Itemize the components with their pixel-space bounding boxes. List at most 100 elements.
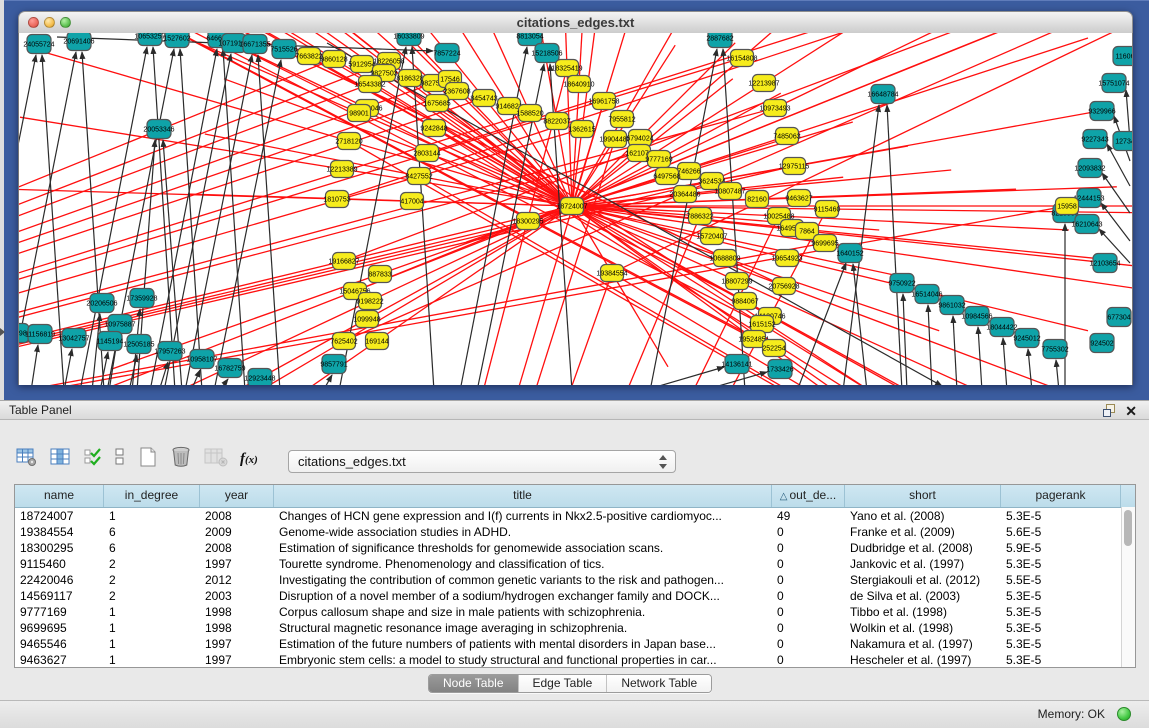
- network-graph[interactable]: 2405572420691406106532571527602646616010…: [19, 33, 1132, 385]
- close-panel-icon[interactable]: ✕: [1125, 402, 1137, 420]
- network-node[interactable]: 9777169: [645, 151, 672, 168]
- network-node[interactable]: 9699695: [811, 235, 838, 252]
- network-node[interactable]: 7625402: [330, 333, 357, 350]
- network-node[interactable]: 9857791: [320, 355, 347, 374]
- network-node[interactable]: 16210643: [1071, 215, 1102, 234]
- network-node[interactable]: 12975115: [779, 158, 810, 175]
- network-node[interactable]: 16514046: [911, 285, 942, 304]
- network-node[interactable]: 18044422: [986, 318, 1017, 337]
- network-node[interactable]: 11156819: [25, 325, 55, 344]
- float-panel-icon[interactable]: [1103, 404, 1115, 416]
- network-node[interactable]: 169144: [365, 333, 388, 350]
- network-node[interactable]: 1099948: [353, 311, 380, 328]
- minimize-traffic-light[interactable]: [44, 17, 55, 28]
- network-node[interactable]: 20756928: [768, 278, 799, 295]
- network-table-select[interactable]: citations_edges.txt: [288, 450, 676, 473]
- network-node[interactable]: 10807487: [714, 183, 745, 200]
- column-header-outde[interactable]: △out_de...: [772, 485, 845, 507]
- network-node[interactable]: 19166827: [328, 253, 359, 270]
- network-node[interactable]: 7663822: [295, 48, 322, 65]
- network-node[interactable]: 15751074: [1098, 74, 1129, 93]
- column-header-title[interactable]: title: [274, 485, 772, 507]
- column-header-short[interactable]: short: [845, 485, 1001, 507]
- network-node[interactable]: 20053346: [143, 120, 174, 139]
- network-window-titlebar[interactable]: citations_edges.txt: [18, 11, 1133, 34]
- network-node[interactable]: 19654923: [771, 250, 802, 267]
- network-node[interactable]: 18724007: [556, 198, 587, 215]
- delete-table-icon[interactable]: [170, 445, 192, 473]
- table-row[interactable]: 1830029562008Estimation of significance …: [15, 540, 1135, 556]
- network-node[interactable]: 9245012: [1013, 329, 1040, 348]
- network-node[interactable]: 9463627: [785, 190, 812, 207]
- table-row[interactable]: 1872400712008Changes of HCN gene express…: [15, 508, 1135, 524]
- network-node[interactable]: 10975887: [104, 315, 135, 334]
- node-table[interactable]: namein_degreeyeartitle△out_de...shortpag…: [14, 484, 1136, 668]
- column-header-name[interactable]: name: [15, 485, 104, 507]
- panel-collapse-arrow[interactable]: [0, 328, 5, 336]
- network-node[interactable]: 16033809: [393, 33, 424, 46]
- column-header-pagerank[interactable]: pagerank: [1001, 485, 1121, 507]
- network-node[interactable]: 19384554: [596, 265, 627, 282]
- column-header-year[interactable]: year: [200, 485, 274, 507]
- table-row[interactable]: 2242004622012Investigating the contribut…: [15, 572, 1135, 588]
- network-node[interactable]: 20364486: [669, 186, 700, 203]
- network-node[interactable]: 20691406: [63, 33, 94, 51]
- node-table-header[interactable]: namein_degreeyeartitle△out_de...shortpag…: [15, 485, 1135, 508]
- network-node[interactable]: 16648784: [867, 85, 898, 104]
- network-node[interactable]: 7755302: [1041, 340, 1068, 359]
- network-node[interactable]: 16671355: [239, 35, 270, 54]
- network-node[interactable]: 17359928: [126, 289, 157, 308]
- network-node[interactable]: 9329966: [1088, 102, 1115, 121]
- network-node[interactable]: 1675685: [423, 95, 450, 112]
- network-node[interactable]: 9861032: [938, 296, 965, 315]
- tab-network-table[interactable]: Network Table: [606, 675, 711, 692]
- table-row[interactable]: 946554611997Estimation of the future num…: [15, 636, 1135, 652]
- network-node[interactable]: 887833: [368, 266, 391, 283]
- network-node[interactable]: 12505185: [123, 335, 154, 354]
- zoom-traffic-light[interactable]: [60, 17, 71, 28]
- network-node[interactable]: 10973493: [759, 100, 790, 117]
- network-node[interactable]: 8454743: [470, 90, 497, 107]
- network-node[interactable]: 7515526: [270, 40, 297, 59]
- network-node[interactable]: 12923448: [244, 369, 275, 386]
- network-node[interactable]: 9198222: [356, 293, 383, 310]
- network-node[interactable]: 20206506: [86, 294, 117, 313]
- column-header-indegree[interactable]: in_degree: [104, 485, 200, 507]
- network-node[interactable]: 16154808: [726, 50, 757, 67]
- network-node[interactable]: 6497568: [653, 168, 680, 185]
- network-node[interactable]: 8427552: [405, 168, 432, 185]
- network-node[interactable]: 98901: [348, 105, 371, 122]
- network-node[interactable]: 1640152: [836, 244, 863, 263]
- network-node[interactable]: 7886322: [686, 208, 713, 225]
- network-node[interactable]: 2718120: [335, 133, 362, 150]
- network-node[interactable]: 10984566: [961, 307, 992, 326]
- network-node[interactable]: 16961758: [588, 93, 619, 110]
- network-node[interactable]: 18640910: [563, 76, 594, 93]
- scrollbar-thumb[interactable]: [1124, 510, 1132, 546]
- memory-status-indicator[interactable]: [1117, 707, 1131, 721]
- network-node[interactable]: 12213389: [326, 161, 357, 178]
- table-row[interactable]: 946362711997Embryonic stem cells: a mode…: [15, 652, 1135, 668]
- close-traffic-light[interactable]: [28, 17, 39, 28]
- table-row[interactable]: 911546021997Tourette syndrome. Phenomeno…: [15, 556, 1135, 572]
- network-node[interactable]: 17957263: [154, 342, 185, 361]
- network-node[interactable]: 924502: [1090, 334, 1114, 353]
- network-node[interactable]: 1145194: [97, 332, 124, 351]
- network-node[interactable]: 7857224: [433, 44, 460, 63]
- network-node[interactable]: 9750922: [888, 274, 915, 293]
- network-node[interactable]: 2887682: [706, 33, 733, 48]
- table-row[interactable]: 1456911722003Disruption of a novel membe…: [15, 588, 1135, 604]
- network-node[interactable]: 18300295: [512, 213, 543, 230]
- network-node[interactable]: 15720407: [696, 228, 727, 245]
- network-node[interactable]: 10958107: [186, 350, 217, 369]
- network-node[interactable]: 9242848: [420, 120, 447, 137]
- row-height-icon[interactable]: [114, 447, 126, 472]
- network-node[interactable]: 1362615: [568, 121, 595, 138]
- network-node[interactable]: 11606: [1113, 47, 1132, 66]
- network-node[interactable]: 10653257: [134, 33, 165, 46]
- network-node[interactable]: 18325419: [551, 60, 582, 77]
- network-node[interactable]: 7485063: [773, 128, 800, 145]
- network-node[interactable]: 12103654: [1089, 254, 1120, 273]
- new-table-icon[interactable]: [138, 446, 158, 473]
- network-window[interactable]: citations_edges.txt 24055724206914061065…: [18, 11, 1133, 385]
